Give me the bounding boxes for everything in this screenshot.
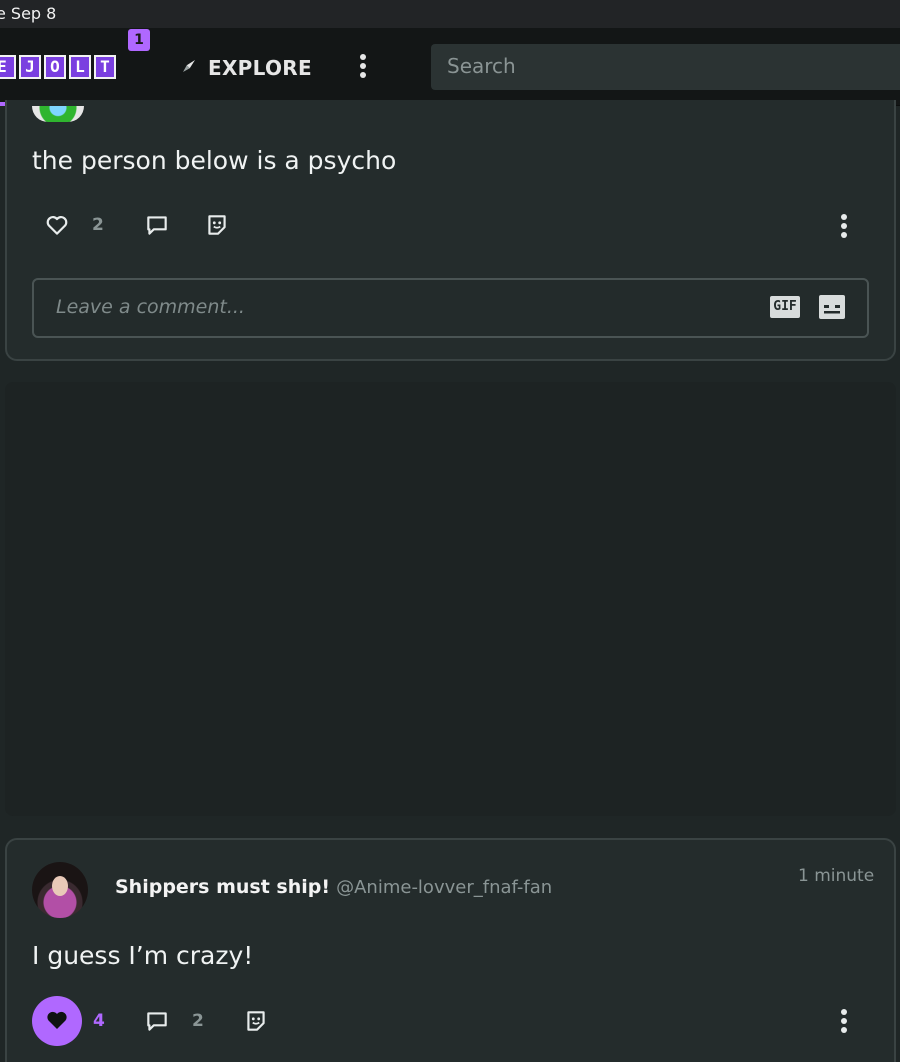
sticker-button[interactable] [243, 1008, 269, 1034]
nav-more-button[interactable] [352, 52, 374, 80]
ad-placeholder [5, 382, 896, 816]
sticker-icon [208, 215, 226, 235]
like-count: 4 [93, 1011, 105, 1031]
search-placeholder: Search [447, 54, 516, 78]
comment-placeholder: Leave a comment... [56, 296, 245, 318]
gif-icon[interactable]: GIF [770, 296, 800, 318]
avatar[interactable] [32, 106, 84, 122]
comment-count: 2 [192, 1011, 204, 1031]
like-button[interactable] [44, 212, 70, 238]
system-status-bar: e Sep 8 [0, 0, 900, 28]
post-timestamp[interactable]: 1 minute [798, 866, 874, 886]
sticker-icon [247, 1011, 265, 1031]
notification-badge[interactable]: 1 [128, 29, 150, 51]
explore-link[interactable]: EXPLORE [180, 54, 312, 82]
emoji-icon[interactable] [818, 294, 846, 324]
author-display-name[interactable]: Shippers must ship! [115, 876, 330, 898]
post-options-button[interactable] [834, 212, 854, 244]
comment-input[interactable]: Leave a comment... GIF [32, 278, 869, 338]
comment-button[interactable] [144, 212, 170, 238]
status-date: e Sep 8 [0, 4, 57, 23]
post-options-button[interactable] [834, 1007, 854, 1039]
explore-label: EXPLORE [208, 56, 312, 80]
top-navigation: E J O L T 1 EXPLORE Search [0, 28, 900, 106]
heart-icon [46, 216, 68, 235]
comment-bubble-icon [147, 1012, 167, 1031]
more-vertical-icon [841, 214, 847, 238]
avatar[interactable] [32, 862, 88, 918]
like-button[interactable] [32, 996, 82, 1046]
compass-icon [180, 56, 198, 80]
more-vertical-icon [841, 1009, 847, 1033]
author-handle[interactable]: @Anime-lovver_fnaf-fan [336, 877, 552, 898]
comment-button[interactable] [144, 1008, 170, 1034]
like-count: 2 [92, 215, 104, 235]
sticker-button[interactable] [204, 212, 230, 238]
more-vertical-icon [360, 54, 366, 78]
post-body: I guess I’m crazy! [32, 941, 254, 970]
post-body: the person below is a psycho [32, 146, 397, 175]
search-input[interactable]: Search [431, 44, 900, 90]
comment-bubble-icon [147, 216, 167, 235]
post-author[interactable]: Shippers must ship! @Anime-lovver_fnaf-f… [115, 876, 552, 898]
site-logo: E J O L T [0, 54, 116, 80]
heart-icon [47, 1011, 67, 1029]
